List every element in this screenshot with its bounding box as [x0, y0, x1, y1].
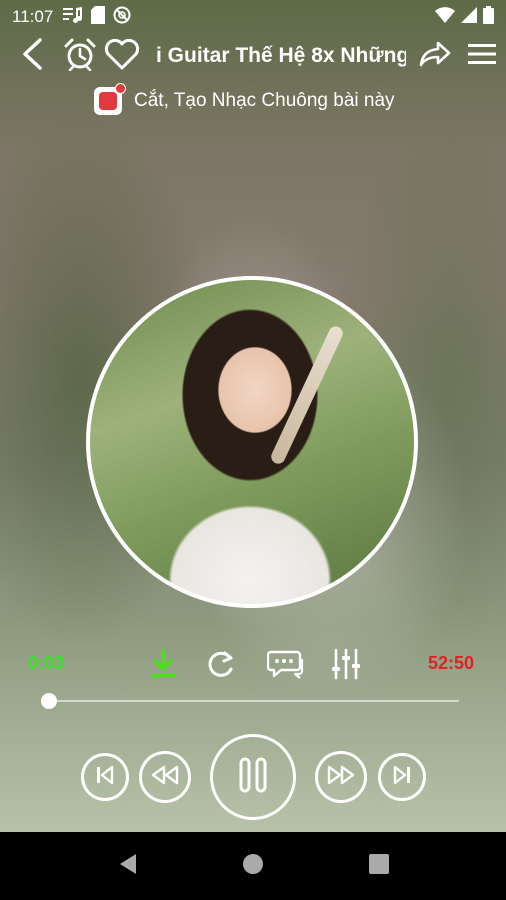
total-time: 52:50: [428, 653, 475, 673]
skip-next-button[interactable]: [378, 753, 426, 801]
player-header: i Guitar Thế Hệ 8x Những: [0, 34, 506, 78]
ringtone-maker-link[interactable]: Cắt, Tạo Nhạc Chuông bài này: [94, 83, 395, 115]
skip-previous-icon: [95, 765, 115, 790]
signal-icon: [461, 6, 477, 28]
ringtone-app-icon: [94, 83, 126, 115]
sd-card-icon: [91, 6, 106, 28]
pause-icon: [235, 757, 271, 798]
fast-forward-icon: [327, 765, 355, 790]
nav-recents-button[interactable]: [359, 832, 399, 900]
alarm-icon: [63, 37, 97, 76]
ringtone-label: Cắt, Tạo Nhạc Chuông bài này: [134, 90, 395, 111]
back-icon: [20, 37, 44, 76]
back-button[interactable]: [14, 34, 50, 78]
battery-icon: [483, 5, 494, 29]
rewind-icon: [151, 765, 179, 790]
wifi-icon: [435, 6, 455, 28]
repeat-button[interactable]: [202, 648, 240, 684]
album-art: [86, 276, 418, 608]
menu-button[interactable]: [466, 34, 498, 78]
nav-back-button[interactable]: [108, 832, 148, 900]
seek-bar[interactable]: [48, 700, 459, 702]
current-time: 0:03: [28, 653, 65, 673]
skip-next-icon: [392, 765, 412, 790]
status-bar: 11:07: [0, 0, 506, 34]
lyrics-button[interactable]: [266, 648, 306, 684]
equalizer-button[interactable]: [328, 648, 364, 684]
nav-home-button[interactable]: [233, 832, 273, 900]
heart-icon: [104, 38, 140, 75]
song-title: i Guitar Thế Hệ 8x Những: [156, 44, 406, 67]
nav-recents-icon: [369, 853, 389, 879]
system-nav-bar: [0, 832, 506, 900]
repeat-icon: [205, 649, 237, 684]
fast-forward-button[interactable]: [315, 751, 367, 803]
share-button[interactable]: [418, 34, 452, 78]
equalizer-icon: [331, 648, 361, 685]
status-time: 11:07: [12, 7, 54, 26]
pause-button[interactable]: [210, 734, 296, 820]
alarm-button[interactable]: [62, 34, 98, 78]
lyrics-icon: [266, 649, 305, 684]
menu-icon: [468, 43, 496, 70]
seek-thumb[interactable]: [41, 693, 57, 709]
reed-decoration: [268, 324, 346, 466]
music-notification-icon: [63, 6, 83, 28]
favorite-button[interactable]: [103, 34, 141, 78]
nav-home-icon: [242, 853, 264, 880]
download-icon: [150, 648, 176, 684]
download-button[interactable]: [146, 648, 180, 684]
share-icon: [419, 41, 451, 72]
rewind-button[interactable]: [139, 751, 191, 803]
song-title-marquee: i Guitar Thế Hệ 8x Những: [156, 34, 406, 78]
nav-back-icon: [118, 853, 138, 880]
no-disturb-icon: [113, 6, 131, 28]
skip-previous-button[interactable]: [81, 753, 129, 801]
